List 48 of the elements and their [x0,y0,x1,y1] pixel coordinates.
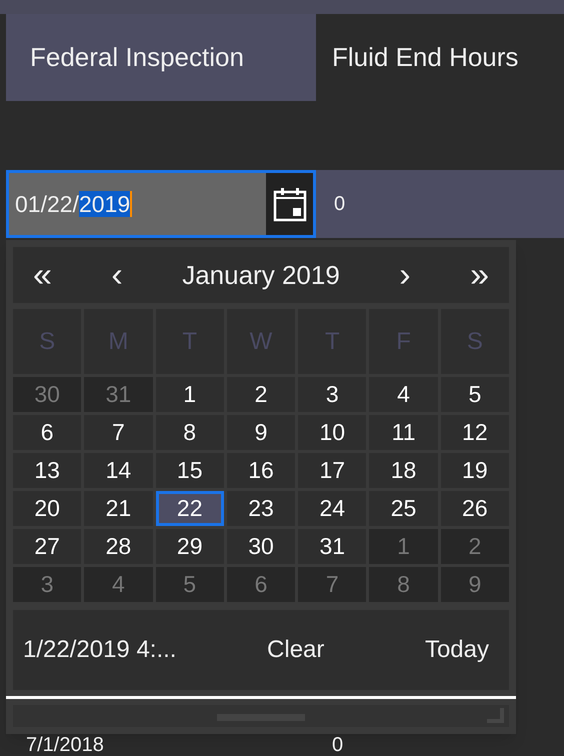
day-cell[interactable]: 28 [84,529,153,564]
calendar-icon [272,186,306,222]
day-cell[interactable]: 14 [84,453,153,488]
clear-button[interactable]: Clear [257,632,334,668]
day-cell[interactable]: 10 [298,415,366,450]
day-cell[interactable]: 27 [13,529,82,564]
next-month-button[interactable]: › [393,258,417,292]
day-cell[interactable]: 6 [13,415,82,450]
day-cell[interactable]: 1 [156,377,224,412]
day-cell[interactable]: 30 [226,529,296,564]
day-cell[interactable]: 29 [156,529,224,564]
month-year-button[interactable]: January 2019 [176,256,346,294]
day-cell[interactable]: 8 [156,415,224,450]
day-cell[interactable]: 2 [226,377,296,412]
day-cell[interactable]: 4 [369,377,438,412]
day-cell[interactable]: 16 [226,453,296,488]
next-year-button[interactable]: » [464,258,495,292]
date-field[interactable]: 01/22/2019 [6,170,316,238]
day-cell[interactable]: 23 [226,491,296,526]
tab[interactable]: Fluid End Hours [316,14,518,101]
selected-date-text: 1/22/2019 4:... [23,635,176,665]
day-cell[interactable]: 20 [13,491,82,526]
day-cell[interactable]: 22 [156,491,224,526]
day-cell[interactable]: 17 [298,453,366,488]
day-cell[interactable]: 25 [369,491,438,526]
day-cell[interactable]: 11 [369,415,438,450]
day-cell[interactable]: 19 [440,453,509,488]
day-cell[interactable]: 26 [440,491,509,526]
day-cell[interactable]: 12 [440,415,509,450]
day-cell[interactable]: 21 [84,491,153,526]
day-cell[interactable]: 15 [156,453,224,488]
day-cell[interactable]: 3 [298,377,366,412]
day-cell[interactable]: 7 [84,415,153,450]
date-text: 01/22/2019 [15,190,132,219]
hours-cell: 0 [332,734,344,756]
day-cell[interactable]: 9 [226,415,296,450]
day-cell[interactable]: 13 [13,453,82,488]
hours-cell: 0 [316,170,564,238]
date-cell-text: 7/1/2018 [26,734,105,756]
tab[interactable]: Federal Inspection [6,14,316,101]
calendar-button[interactable] [266,173,313,235]
day-cell[interactable]: 5 [440,377,509,412]
previous-month-button[interactable]: ‹ [105,258,129,292]
day-cell[interactable]: 31 [298,529,366,564]
previous-year-button[interactable]: « [27,258,58,292]
day-cell[interactable]: 24 [298,491,366,526]
today-button[interactable]: Today [414,632,499,668]
day-cell[interactable]: 18 [369,453,438,488]
